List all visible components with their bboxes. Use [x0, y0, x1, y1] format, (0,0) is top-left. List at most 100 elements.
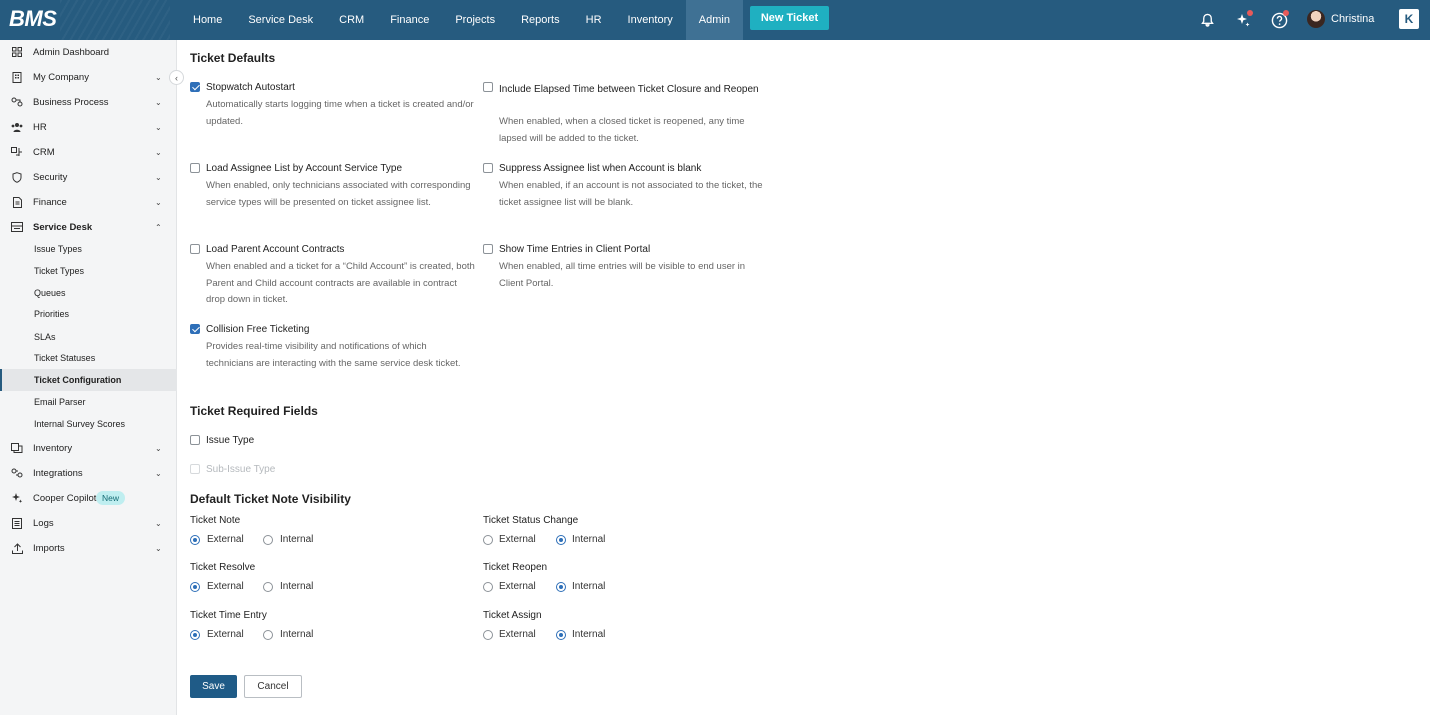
nav-admin[interactable]: Admin: [685, 0, 743, 40]
help-icon[interactable]: [1268, 9, 1290, 31]
chevron-down-icon: ⌄: [155, 543, 162, 553]
nav-service-desk[interactable]: Service Desk: [235, 0, 326, 40]
sparkle-icon[interactable]: [1232, 9, 1254, 31]
ticket-time-entry-internal-radio[interactable]: [263, 630, 273, 640]
sidebar-item-label: HR: [33, 121, 47, 133]
nav-finance[interactable]: Finance: [377, 0, 442, 40]
include-elapsed-time-checkbox[interactable]: [483, 82, 493, 92]
ticket-reopen-external-radio[interactable]: [483, 582, 493, 592]
radio-group-ticket-resolve: External Internal: [190, 581, 330, 595]
show-time-entries-checkbox[interactable]: [483, 244, 493, 254]
save-button[interactable]: Save: [190, 675, 237, 698]
field-label-ticket-resolve: Ticket Resolve: [190, 562, 256, 573]
chevron-down-icon: ⌄: [155, 518, 162, 528]
sidebar-sub-slas[interactable]: SLAs: [0, 326, 177, 348]
sidebar-item-crm[interactable]: CRM ⌄: [0, 141, 177, 163]
collision-free-ticketing-checkbox[interactable]: [190, 324, 200, 334]
crm-icon: [11, 146, 23, 158]
sidebar-item-inventory[interactable]: Inventory ⌄: [0, 437, 177, 459]
sidebar-sub-issue-types[interactable]: Issue Types: [0, 238, 177, 260]
ticket-assign-external-radio[interactable]: [483, 630, 493, 640]
chevron-down-icon: ⌄: [155, 72, 162, 82]
section-title-ticket-defaults: Ticket Defaults: [190, 51, 276, 65]
sidebar-item-logs[interactable]: Logs ⌄: [0, 512, 177, 534]
option-label: Load Parent Account Contracts: [206, 244, 345, 255]
option-label: Issue Type: [206, 435, 255, 446]
ticket-resolve-external-radio[interactable]: [190, 582, 200, 592]
shield-icon: [11, 171, 23, 183]
ticket-reopen-internal-radio[interactable]: [556, 582, 566, 592]
sidebar-item-finance[interactable]: Finance ⌄: [0, 191, 177, 213]
ticket-resolve-internal-radio[interactable]: [263, 582, 273, 592]
app-switcher-icon[interactable]: K: [1399, 9, 1419, 29]
sidebar-collapse-button[interactable]: ‹: [169, 70, 184, 85]
document-icon: [11, 196, 23, 208]
sidebar-sub-email-parser[interactable]: Email Parser: [0, 391, 177, 413]
option-label: Load Assignee List by Account Service Ty…: [206, 163, 403, 174]
notification-dot: [1247, 10, 1253, 16]
sidebar-sub-ticket-statuses[interactable]: Ticket Statuses: [0, 347, 177, 369]
section-title-required-fields: Ticket Required Fields: [190, 404, 318, 418]
cancel-button[interactable]: Cancel: [244, 675, 302, 698]
sidebar-sub-internal-survey-scores[interactable]: Internal Survey Scores: [0, 413, 177, 435]
nav-projects[interactable]: Projects: [442, 0, 508, 40]
sidebar-item-label: Integrations: [33, 467, 83, 479]
bell-icon[interactable]: [1196, 9, 1218, 31]
ticket-time-entry-external-radio[interactable]: [190, 630, 200, 640]
ticket-note-internal-radio[interactable]: [263, 535, 273, 545]
sidebar-item-label: CRM: [33, 146, 55, 158]
radio-group-ticket-reopen: External Internal: [483, 581, 623, 595]
sidebar-item-label: Imports: [33, 542, 65, 554]
logs-icon: [11, 517, 23, 529]
sidebar-sub-queues[interactable]: Queues: [0, 282, 177, 304]
sidebar-sub-ticket-types[interactable]: Ticket Types: [0, 260, 177, 282]
sparkle-icon: [11, 492, 23, 504]
option-description: Provides real-time visibility and notifi…: [206, 341, 461, 369]
nav-hr[interactable]: HR: [573, 0, 615, 40]
option-description: When enabled and a ticket for a “Child A…: [206, 261, 475, 305]
load-parent-contracts-checkbox[interactable]: [190, 244, 200, 254]
sidebar-item-label: Service Desk: [33, 221, 93, 233]
sidebar-item-admin-dashboard[interactable]: Admin Dashboard: [0, 41, 177, 63]
sidebar: Admin Dashboard My Company ⌄ Business Pr…: [0, 40, 177, 715]
load-assignee-list-checkbox[interactable]: [190, 163, 200, 173]
sidebar-item-business-process[interactable]: Business Process ⌄: [0, 91, 177, 113]
sidebar-item-imports[interactable]: Imports ⌄: [0, 537, 177, 559]
new-ticket-button[interactable]: New Ticket: [750, 6, 829, 30]
chevron-up-icon: ⌃: [155, 222, 162, 232]
chevron-down-icon: ⌄: [155, 147, 162, 157]
sidebar-sub-priorities[interactable]: Priorities: [0, 303, 177, 325]
issue-type-checkbox[interactable]: [190, 435, 200, 445]
field-label-ticket-note: Ticket Note: [190, 515, 241, 526]
sidebar-item-cooper-copilot[interactable]: Cooper Copilot New: [0, 487, 177, 509]
nav-inventory[interactable]: Inventory: [615, 0, 686, 40]
ticket-assign-internal-radio[interactable]: [556, 630, 566, 640]
radio-group-ticket-assign: External Internal: [483, 629, 623, 643]
sub-issue-type-checkbox: [190, 464, 200, 474]
user-avatar[interactable]: [1307, 10, 1325, 28]
sidebar-item-my-company[interactable]: My Company ⌄: [0, 66, 177, 88]
stopwatch-autostart-checkbox[interactable]: [190, 82, 200, 92]
user-name[interactable]: Christina: [1331, 13, 1374, 25]
radio-label: Internal: [280, 629, 314, 640]
sidebar-sub-ticket-configuration[interactable]: Ticket Configuration: [0, 369, 177, 391]
ticket-status-change-internal-radio[interactable]: [556, 535, 566, 545]
nav-crm[interactable]: CRM: [326, 0, 377, 40]
option-description: Automatically starts logging time when a…: [206, 99, 474, 127]
option-description: When enabled, if an account is not assoc…: [499, 180, 763, 208]
radio-label: External: [499, 581, 536, 592]
sidebar-item-label: Security: [33, 171, 68, 183]
chevron-down-icon: ⌄: [155, 122, 162, 132]
nav-reports[interactable]: Reports: [508, 0, 573, 40]
ticket-note-external-radio[interactable]: [190, 535, 200, 545]
sidebar-item-security[interactable]: Security ⌄: [0, 166, 177, 188]
sidebar-item-label: Inventory: [33, 442, 73, 454]
sidebar-item-hr[interactable]: HR ⌄: [0, 116, 177, 138]
ticket-status-change-external-radio[interactable]: [483, 535, 493, 545]
sidebar-item-service-desk[interactable]: Service Desk ⌃: [0, 216, 177, 238]
app-logo[interactable]: BMS: [9, 6, 57, 32]
sidebar-item-integrations[interactable]: Integrations ⌄: [0, 462, 177, 484]
option-label: Collision Free Ticketing: [206, 324, 310, 335]
suppress-assignee-list-checkbox[interactable]: [483, 163, 493, 173]
nav-home[interactable]: Home: [180, 0, 235, 40]
